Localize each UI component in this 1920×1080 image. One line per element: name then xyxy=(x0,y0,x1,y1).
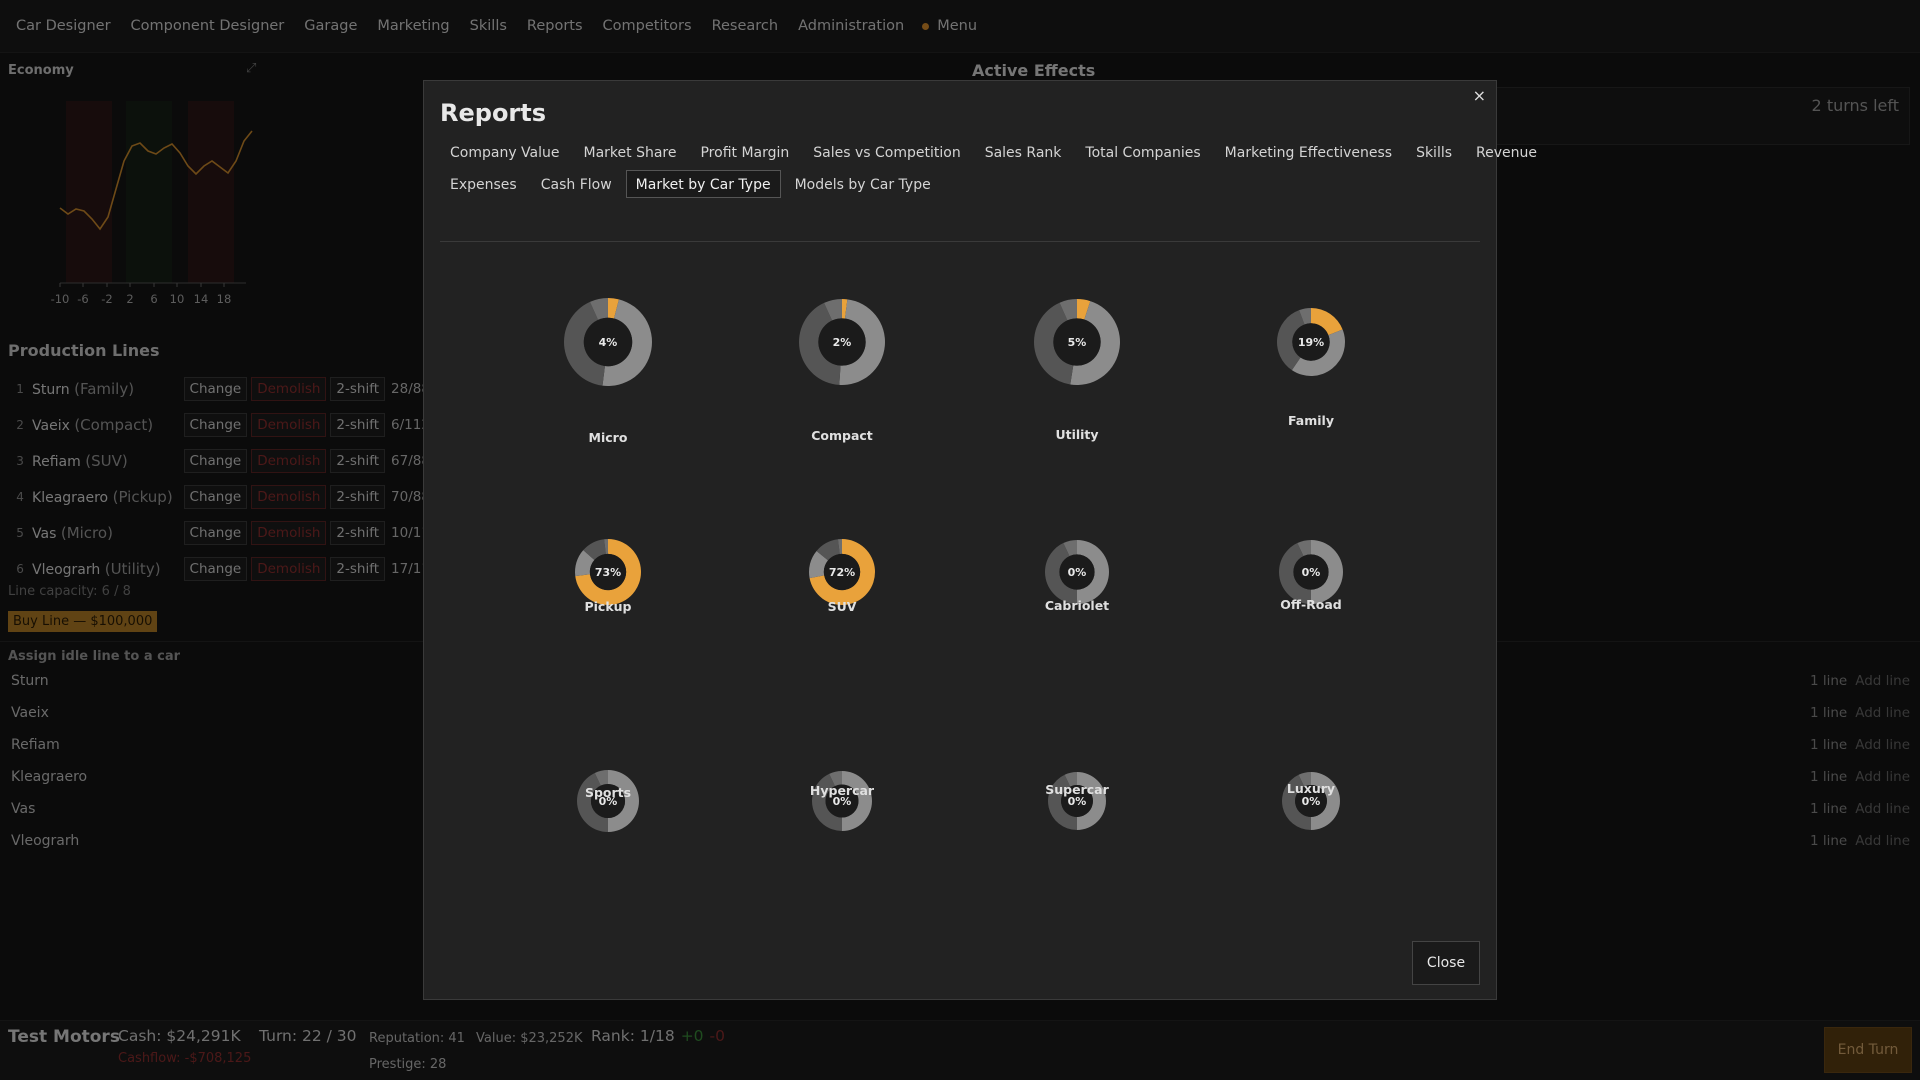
tab-skills[interactable]: Skills xyxy=(1406,138,1462,166)
tab-sales-rank[interactable]: Sales Rank xyxy=(975,138,1072,166)
donut-chart: 19% xyxy=(1277,308,1345,376)
donut-category-label: Pickup xyxy=(584,599,632,614)
donut-chart: 0% xyxy=(812,771,872,831)
donut-percent-label: 19% xyxy=(1298,336,1324,349)
tab-market-by-car-type[interactable]: Market by Car Type xyxy=(625,170,781,198)
donut-chart: 2% xyxy=(799,299,885,385)
close-icon[interactable]: × xyxy=(1473,86,1486,105)
donut-pickup: 73% Pickup xyxy=(548,537,668,614)
modal-title: Reports xyxy=(440,99,547,127)
tab-revenue[interactable]: Revenue xyxy=(1466,138,1547,166)
tab-company-value[interactable]: Company Value xyxy=(440,138,570,166)
close-button[interactable]: Close xyxy=(1412,941,1480,985)
donut-chart: 0% xyxy=(1045,540,1109,604)
tab-marketing-effectiveness[interactable]: Marketing Effectiveness xyxy=(1215,138,1402,166)
donut-category-label: SUV xyxy=(827,599,857,614)
donut-sports: 0% Sports xyxy=(548,768,668,832)
donut-category-label: Cabriolet xyxy=(1044,598,1110,613)
donut-category-label: Micro xyxy=(588,430,628,445)
donut-category-label: Utility xyxy=(1055,427,1099,442)
tab-models-by-car-type[interactable]: Models by Car Type xyxy=(785,170,941,198)
donut-suv: 72% SUV xyxy=(782,537,902,614)
donut-chart: 0% xyxy=(1279,540,1343,604)
donut-category-label: Luxury xyxy=(1286,781,1336,796)
report-tabs: Company Value Market Share Profit Margin Sa… xyxy=(440,138,1537,242)
donut-luxury: 0% Luxury xyxy=(1251,770,1371,830)
donut-percent-label: 4% xyxy=(599,336,618,349)
tab-profit-margin[interactable]: Profit Margin xyxy=(690,138,799,166)
donut-category-label: Sports xyxy=(584,785,632,800)
donut-category-label: Family xyxy=(1288,413,1334,428)
donut-chart: 73% xyxy=(575,539,641,605)
donut-family: 19% Family xyxy=(1251,306,1371,428)
report-tabs-row-1: Company Value Market Share Profit Margin Sa… xyxy=(440,138,1537,170)
donut-category-label: Hypercar xyxy=(809,783,875,798)
donut-micro: 4% Micro xyxy=(548,296,668,445)
donut-percent-label: 0% xyxy=(1068,566,1087,579)
donut-chart: 0% xyxy=(1282,772,1340,830)
donut-chart: 5% xyxy=(1034,299,1120,385)
tab-market-share[interactable]: Market Share xyxy=(574,138,687,166)
tab-sales-vs-competition[interactable]: Sales vs Competition xyxy=(803,138,970,166)
donut-category-label: Supercar xyxy=(1045,782,1109,797)
donut-utility: 5% Utility xyxy=(1017,297,1137,442)
donut-percent-label: 0% xyxy=(1302,795,1321,808)
donut-chart: 4% xyxy=(564,298,652,386)
donut-category-label: Compact xyxy=(811,428,873,443)
tab-total-companies[interactable]: Total Companies xyxy=(1075,138,1210,166)
donut-cabriolet: 0% Cabriolet xyxy=(1017,538,1137,613)
reports-modal: Reports × Company Value Market Share Profi… xyxy=(423,80,1537,1000)
donut-percent-label: 5% xyxy=(1068,336,1087,349)
donut-chart: 0% xyxy=(577,770,639,832)
donut-chart: 0% xyxy=(1048,772,1106,830)
tab-expenses[interactable]: Expenses xyxy=(440,170,527,198)
donut-percent-label: 0% xyxy=(1302,566,1321,579)
donut-hypercar: 0% Hypercar xyxy=(782,769,902,831)
donut-percent-label: 72% xyxy=(829,566,855,579)
donut-chart: 72% xyxy=(809,539,875,605)
donut-supercar: 0% Supercar xyxy=(1017,770,1137,830)
donut-compact: 2% Compact xyxy=(782,297,902,443)
donut-category-label: Off-Road xyxy=(1280,597,1342,612)
donut-percent-label: 2% xyxy=(833,336,852,349)
report-tabs-row-2: Expenses Cash Flow Market by Car Type Model… xyxy=(440,170,1480,202)
donut-off-road: 0% Off-Road xyxy=(1251,538,1371,612)
donut-percent-label: 73% xyxy=(595,566,621,579)
tab-cash-flow[interactable]: Cash Flow xyxy=(531,170,622,198)
